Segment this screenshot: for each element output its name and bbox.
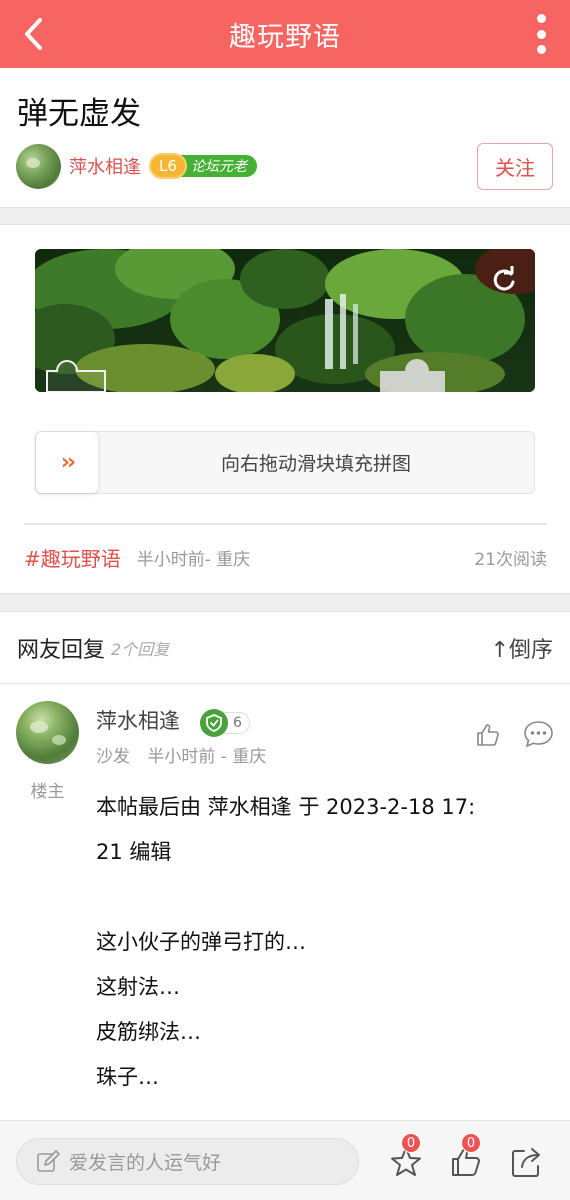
author-row: 萍水相逢 L6 论坛元老 (16, 143, 257, 189)
owner-label: 楼主 (30, 782, 65, 802)
topic-tag[interactable]: #趣玩野语 (24, 543, 121, 572)
back-button[interactable] (18, 14, 54, 54)
refresh-button[interactable] (489, 265, 519, 295)
reply-line: 这射法… (96, 975, 180, 999)
reply-line: 21 编辑 (96, 840, 172, 864)
like-count-badge: 0 (461, 1133, 481, 1153)
post-meta: #趣玩野语 半小时前- 重庆 21次阅读 (24, 543, 547, 572)
refresh-icon (493, 266, 515, 291)
reply-avatar[interactable] (16, 701, 79, 764)
captcha-image (35, 249, 535, 392)
comment-placeholder: 爱发言的人运气好 (69, 1152, 222, 1174)
level-badge: L6 论坛元老 (149, 153, 257, 179)
sort-order-button[interactable]: ↑倒序 (491, 632, 553, 664)
reply-meta: 沙发 半小时前 - 重庆 (96, 742, 266, 767)
comment-input[interactable]: 爱发言的人运气好 (16, 1138, 359, 1185)
favorite-button[interactable]: 0 (389, 1133, 423, 1179)
reply-count: 2个回复 (111, 639, 170, 659)
reply-line: 这小伙子的弹弓打的… (96, 930, 306, 954)
like-button[interactable] (475, 722, 501, 748)
level-label: L6 (149, 153, 187, 179)
reply-content: 本帖最后由 萍水相逢 于 2023-2-18 17: 21 编辑 这小伙子的弹弓… (96, 785, 551, 1100)
page-title: 趣玩野语 (229, 21, 341, 53)
post-title: 弹无虚发 (17, 96, 141, 132)
forest-waterfall-image (35, 249, 535, 392)
share-icon (512, 1148, 540, 1177)
author-avatar[interactable] (16, 143, 61, 189)
replies-title: 网友回复 (17, 637, 106, 663)
comment-bubble-icon (524, 721, 553, 748)
section-divider (0, 207, 570, 225)
shield-icon (200, 709, 228, 737)
post-time: 半小时前- 重庆 (136, 550, 251, 570)
reply-line (96, 875, 551, 920)
captcha-slider[interactable]: ›› 向右拖动滑块填充拼图 (35, 431, 535, 494)
reply-time: 半小时前 - 重庆 (147, 747, 267, 767)
bottom-like-button[interactable]: 0 (449, 1133, 483, 1179)
top-bar: 趣玩野语 (0, 0, 570, 68)
chevron-left-icon (25, 18, 42, 50)
slider-handle[interactable]: ›› (36, 432, 98, 493)
favorite-count-badge: 0 (401, 1133, 421, 1153)
comment-button[interactable] (523, 720, 554, 748)
divider (24, 523, 547, 525)
reply-author-name[interactable]: 萍水相逢 (96, 705, 180, 735)
share-button[interactable] (510, 1145, 544, 1179)
floor-label: 沙发 (96, 747, 130, 767)
section-divider (0, 593, 570, 612)
more-vertical-icon (536, 14, 546, 23)
read-count: 21次阅读 (474, 550, 547, 570)
more-button[interactable] (534, 14, 548, 54)
reply-line: 本帖最后由 萍水相逢 于 2023-2-18 17: (96, 795, 476, 819)
follow-button[interactable]: 关注 (477, 143, 553, 190)
replies-header: 网友回复 2个回复 ↑倒序 (0, 612, 570, 684)
reply-line: 珠子… (96, 1065, 159, 1089)
thumbs-up-icon (477, 724, 499, 746)
reply-level-badge: 6 (200, 709, 250, 737)
slider-hint: 向右拖动滑块填充拼图 (220, 453, 411, 475)
bottom-bar: 爱发言的人运气好 0 0 (0, 1120, 570, 1200)
reply-line: 皮筋绑法… (96, 1020, 201, 1044)
edit-icon (37, 1149, 60, 1172)
author-name[interactable]: 萍水相逢 (69, 153, 141, 179)
